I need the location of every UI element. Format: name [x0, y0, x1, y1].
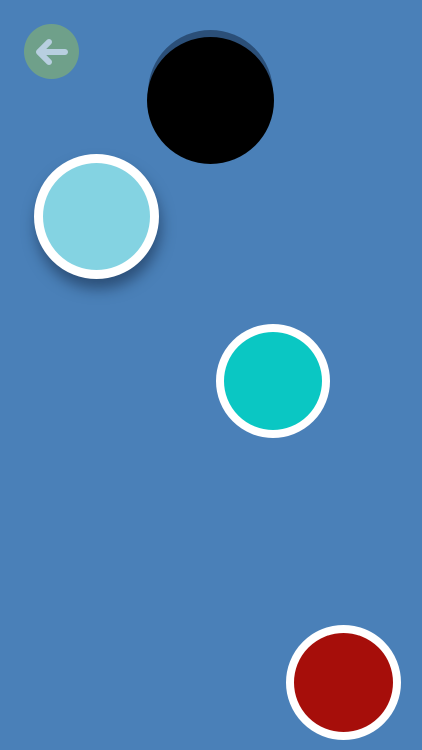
- ball-light-blue[interactable]: [34, 154, 159, 279]
- arrow-left-icon: [35, 38, 68, 65]
- game-screen: [0, 0, 422, 750]
- back-button[interactable]: [24, 24, 79, 79]
- ball-red[interactable]: [286, 625, 401, 740]
- ball-teal[interactable]: [216, 324, 330, 438]
- target-hole: [147, 37, 274, 164]
